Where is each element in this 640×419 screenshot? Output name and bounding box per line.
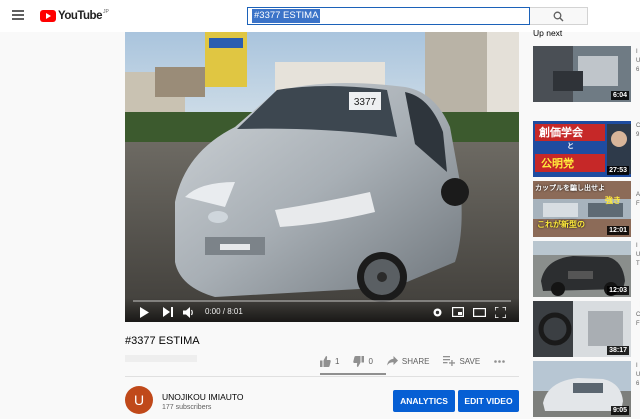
fullscreen-button[interactable] bbox=[495, 306, 506, 318]
settings-button[interactable] bbox=[432, 306, 443, 318]
meta-line: A bbox=[636, 192, 640, 198]
share-icon bbox=[386, 356, 398, 366]
search-button[interactable] bbox=[530, 7, 588, 25]
meta-line: U bbox=[636, 372, 640, 378]
meta-line: 9 bbox=[636, 132, 640, 138]
video-duration: 12:03 bbox=[607, 286, 629, 295]
channel-avatar[interactable]: U bbox=[125, 386, 153, 414]
meta-line: 【 bbox=[636, 302, 640, 311]
up-next-meta: I U T bbox=[636, 242, 640, 269]
save-button[interactable]: SAVE bbox=[443, 356, 480, 366]
volume-button[interactable] bbox=[183, 306, 195, 318]
divider bbox=[125, 376, 519, 377]
search-input[interactable]: #3377 ESTIMA bbox=[252, 9, 321, 23]
dislike-button[interactable]: 0 bbox=[353, 355, 373, 367]
player-controls: 0:00 / 8:01 bbox=[125, 298, 519, 322]
up-next-meta: I U 6 bbox=[636, 362, 640, 389]
meta-line: T bbox=[636, 261, 640, 267]
play-button[interactable] bbox=[139, 306, 149, 318]
up-next-thumbnail[interactable]: 38:17 bbox=[533, 301, 631, 357]
meta-line: I bbox=[636, 49, 638, 55]
fullscreen-icon bbox=[495, 306, 506, 318]
up-next-thumbnail[interactable]: 9:05 bbox=[533, 361, 631, 417]
video-duration: 6:04 bbox=[610, 91, 629, 100]
miniplayer-button[interactable] bbox=[452, 306, 464, 318]
youtube-logo[interactable]: YouTube JP bbox=[40, 9, 109, 23]
save-label: SAVE bbox=[459, 356, 481, 366]
share-label: SHARE bbox=[401, 356, 430, 366]
logo-text: YouTube bbox=[58, 10, 102, 22]
share-button[interactable]: SHARE bbox=[386, 356, 430, 366]
next-button[interactable] bbox=[163, 306, 174, 318]
meta-line: U bbox=[636, 58, 640, 64]
thumbnail-title-line-2: 強き bbox=[605, 196, 621, 205]
volume-icon bbox=[183, 306, 193, 318]
meta-line: I bbox=[636, 363, 638, 369]
like-button[interactable]: 1 bbox=[320, 355, 340, 367]
thumbnail-title-line-3: 公明党 bbox=[541, 158, 574, 170]
theater-button[interactable] bbox=[473, 306, 486, 318]
theater-icon bbox=[473, 307, 486, 317]
thumbs-down-icon bbox=[353, 355, 365, 367]
analytics-button[interactable]: ANALYTICS bbox=[393, 390, 455, 412]
meta-line: C bbox=[636, 312, 640, 318]
youtube-play-logo-icon bbox=[40, 10, 56, 22]
next-icon bbox=[163, 307, 173, 317]
up-next-thumbnail[interactable]: 創価学会 と 公明党 27:53 bbox=[533, 121, 631, 177]
video-player[interactable]: 3377 0:00 / 8:01 bbox=[125, 32, 519, 322]
video-duration: 9:05 bbox=[610, 406, 629, 415]
up-next-heading: Up next bbox=[533, 28, 563, 38]
up-next-meta: 【 A F bbox=[636, 182, 640, 209]
miniplayer-icon bbox=[452, 307, 464, 317]
thumbnail-title-line-1: 創価学会 bbox=[539, 127, 583, 139]
meta-line: 【 bbox=[636, 182, 640, 191]
meta-line: C bbox=[636, 123, 640, 129]
up-next-meta: C 9 bbox=[636, 122, 640, 140]
view-count-placeholder bbox=[125, 355, 197, 362]
meta-line: U bbox=[636, 252, 640, 258]
meta-line: 6 bbox=[636, 67, 640, 73]
like-count: 1 bbox=[335, 356, 340, 366]
up-next-thumbnail[interactable]: 6:04 bbox=[533, 46, 631, 102]
up-next-meta: I U 6 bbox=[636, 48, 640, 75]
meta-line: F bbox=[636, 201, 640, 207]
playlist-add-icon bbox=[443, 356, 456, 366]
up-next-meta: 【 C F bbox=[636, 302, 640, 329]
video-duration: 27:53 bbox=[607, 166, 629, 175]
menu-icon[interactable] bbox=[12, 10, 24, 20]
progress-bar[interactable] bbox=[133, 300, 511, 302]
up-next-thumbnail[interactable]: 12:03 bbox=[533, 241, 631, 297]
video-actions: 1 0 SHARE SAVE bbox=[320, 353, 519, 369]
thumbnail-title-line-1: カップルを騙し出せよ bbox=[535, 185, 605, 192]
logo-region: JP bbox=[102, 9, 109, 15]
more-actions-button[interactable] bbox=[494, 359, 506, 363]
search-box[interactable]: #3377 ESTIMA bbox=[247, 7, 530, 25]
time-display: 0:00 / 8:01 bbox=[205, 307, 243, 316]
meta-line: I bbox=[636, 243, 638, 249]
edit-video-button[interactable]: EDIT VIDEO bbox=[458, 390, 519, 412]
dislike-count: 0 bbox=[368, 356, 373, 366]
up-next-thumbnail[interactable]: カップルを騙し出せよ 強き これが新型の 12:01 bbox=[533, 181, 631, 237]
search-icon bbox=[553, 11, 564, 22]
meta-line: 6 bbox=[636, 381, 640, 387]
more-horizontal-icon bbox=[494, 359, 506, 363]
meta-line: F bbox=[636, 321, 640, 327]
video-duration: 12:01 bbox=[607, 226, 629, 235]
settings-icon bbox=[433, 308, 442, 316]
svg-text:3377: 3377 bbox=[354, 97, 377, 108]
thumbnail-title-line-2: と bbox=[567, 143, 574, 150]
thumbnail-title-line-3: これが新型の bbox=[537, 220, 585, 229]
video-duration: 38:17 bbox=[607, 346, 629, 355]
channel-name[interactable]: UNOJIKOU IMIAUTO bbox=[162, 392, 244, 402]
subscriber-count: 177 subscribers bbox=[162, 404, 212, 411]
thumbs-up-icon bbox=[320, 355, 331, 367]
play-icon bbox=[140, 306, 149, 318]
video-title: #3377 ESTIMA bbox=[125, 335, 200, 347]
video-frame: 3377 bbox=[125, 32, 519, 322]
like-ratio-bar bbox=[320, 373, 386, 375]
